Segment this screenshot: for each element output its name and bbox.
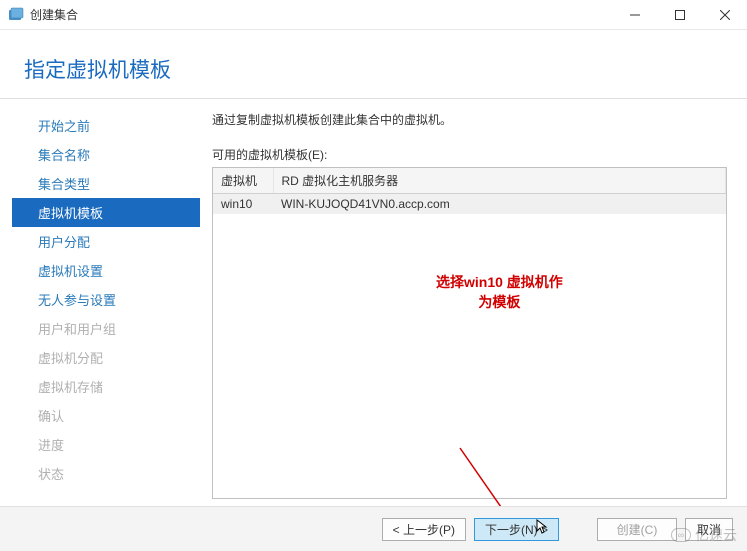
sidebar-item-status: 状态 [12, 459, 200, 488]
cell-host: WIN-KUJOQD41VN0.accp.com [273, 194, 726, 215]
table-row[interactable]: win10 WIN-KUJOQD41VN0.accp.com [213, 194, 726, 215]
table-header-row: 虚拟机 RD 虚拟化主机服务器 [213, 168, 726, 194]
content-area: 开始之前 集合名称 集合类型 虚拟机模板 用户分配 虚拟机设置 无人参与设置 用… [0, 103, 747, 503]
wizard-footer: < 上一步(P) 下一步(N) > 创建(C) 取消 [0, 506, 747, 551]
minimize-button[interactable] [612, 0, 657, 29]
window-controls [612, 0, 747, 29]
page-header: 指定虚拟机模板 [0, 30, 747, 99]
sidebar-item-vm-template[interactable]: 虚拟机模板 [12, 198, 200, 227]
minimize-icon [630, 10, 640, 20]
window-title: 创建集合 [30, 6, 612, 23]
next-button[interactable]: 下一步(N) > [474, 518, 559, 541]
cancel-button[interactable]: 取消 [685, 518, 733, 541]
template-list[interactable]: 虚拟机 RD 虚拟化主机服务器 win10 WIN-KUJOQD41VN0.ac… [212, 167, 727, 499]
list-label: 可用的虚拟机模板(E): [212, 146, 727, 163]
sidebar-item-progress: 进度 [12, 430, 200, 459]
cell-vm: win10 [213, 194, 273, 215]
sidebar-item-collection-type[interactable]: 集合类型 [12, 169, 200, 198]
instruction-text: 通过复制虚拟机模板创建此集合中的虚拟机。 [212, 111, 727, 128]
app-icon [8, 7, 24, 23]
sidebar-item-vm-settings[interactable]: 虚拟机设置 [12, 256, 200, 285]
sidebar-item-before-start[interactable]: 开始之前 [12, 111, 200, 140]
maximize-button[interactable] [657, 0, 702, 29]
page-title: 指定虚拟机模板 [24, 54, 737, 84]
sidebar-item-collection-name[interactable]: 集合名称 [12, 140, 200, 169]
titlebar: 创建集合 [0, 0, 747, 30]
sidebar-item-vm-storage: 虚拟机存储 [12, 372, 200, 401]
sidebar-item-unattended[interactable]: 无人参与设置 [12, 285, 200, 314]
sidebar-item-users-groups: 用户和用户组 [12, 314, 200, 343]
template-table: 虚拟机 RD 虚拟化主机服务器 win10 WIN-KUJOQD41VN0.ac… [213, 168, 726, 214]
close-button[interactable] [702, 0, 747, 29]
close-icon [720, 10, 730, 20]
column-header-vm[interactable]: 虚拟机 [213, 168, 273, 194]
wizard-sidebar: 开始之前 集合名称 集合类型 虚拟机模板 用户分配 虚拟机设置 无人参与设置 用… [0, 103, 200, 503]
sidebar-item-vm-allocation: 虚拟机分配 [12, 343, 200, 372]
main-panel: 通过复制虚拟机模板创建此集合中的虚拟机。 可用的虚拟机模板(E): 虚拟机 RD… [200, 103, 747, 503]
maximize-icon [675, 10, 685, 20]
sidebar-item-confirm: 确认 [12, 401, 200, 430]
previous-button[interactable]: < 上一步(P) [382, 518, 466, 541]
column-header-host[interactable]: RD 虚拟化主机服务器 [273, 168, 726, 194]
create-button: 创建(C) [597, 518, 677, 541]
sidebar-item-user-assign[interactable]: 用户分配 [12, 227, 200, 256]
